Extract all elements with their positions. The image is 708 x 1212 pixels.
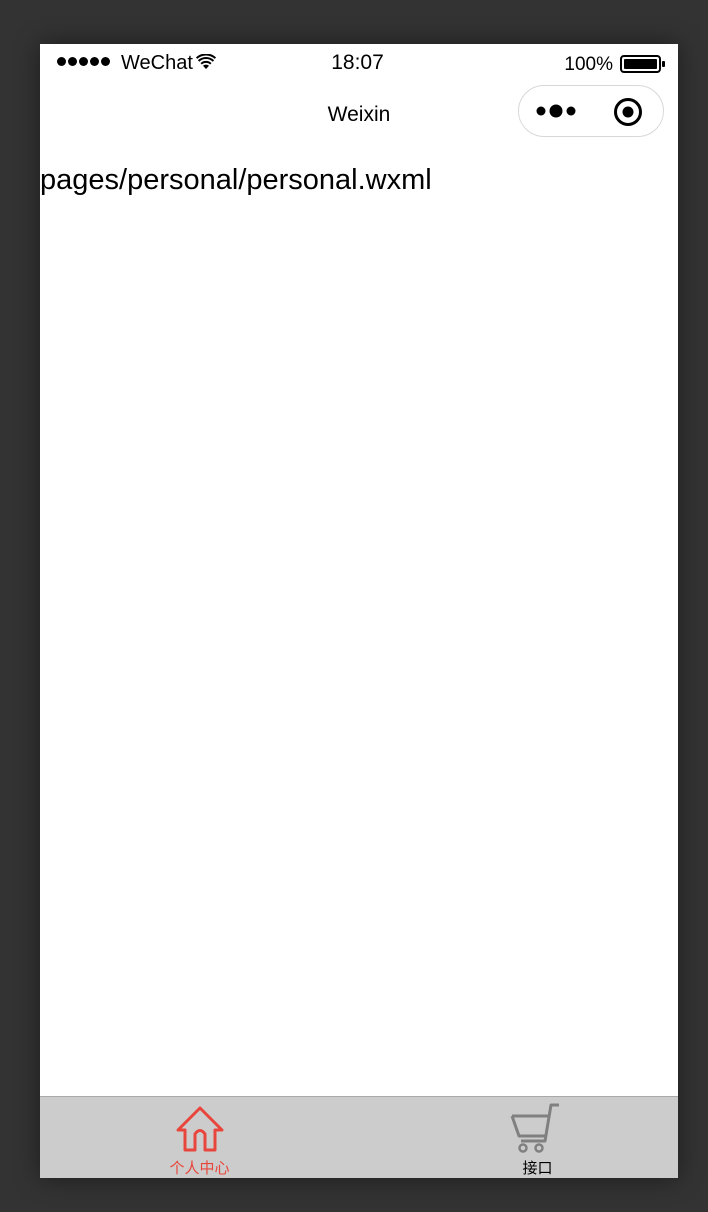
tab-api[interactable]: 接口 <box>359 1097 678 1178</box>
tab-label-personal: 个人中心 <box>169 1159 230 1177</box>
battery-icon <box>620 55 665 73</box>
tab-personal-center[interactable]: 个人中心 <box>40 1097 359 1178</box>
tab-bar: 个人中心 接口 <box>40 1096 678 1178</box>
battery-percent: 100% <box>564 54 613 75</box>
menu-capsule <box>518 85 664 137</box>
house-icon <box>176 1106 224 1152</box>
tab-label-api: 接口 <box>522 1159 553 1177</box>
close-target-icon[interactable] <box>613 97 643 127</box>
more-icon[interactable] <box>535 100 579 122</box>
nav-bar: Weixin <box>40 84 678 148</box>
phone-screen: WeChat 18:07 100% Weixin pages/personal/… <box>40 44 678 1178</box>
page-path-text: pages/personal/personal.wxml <box>40 164 432 196</box>
cart-icon <box>510 1103 559 1153</box>
page-content: pages/personal/personal.wxml <box>40 148 678 1096</box>
status-bar: WeChat 18:07 100% <box>40 44 678 84</box>
